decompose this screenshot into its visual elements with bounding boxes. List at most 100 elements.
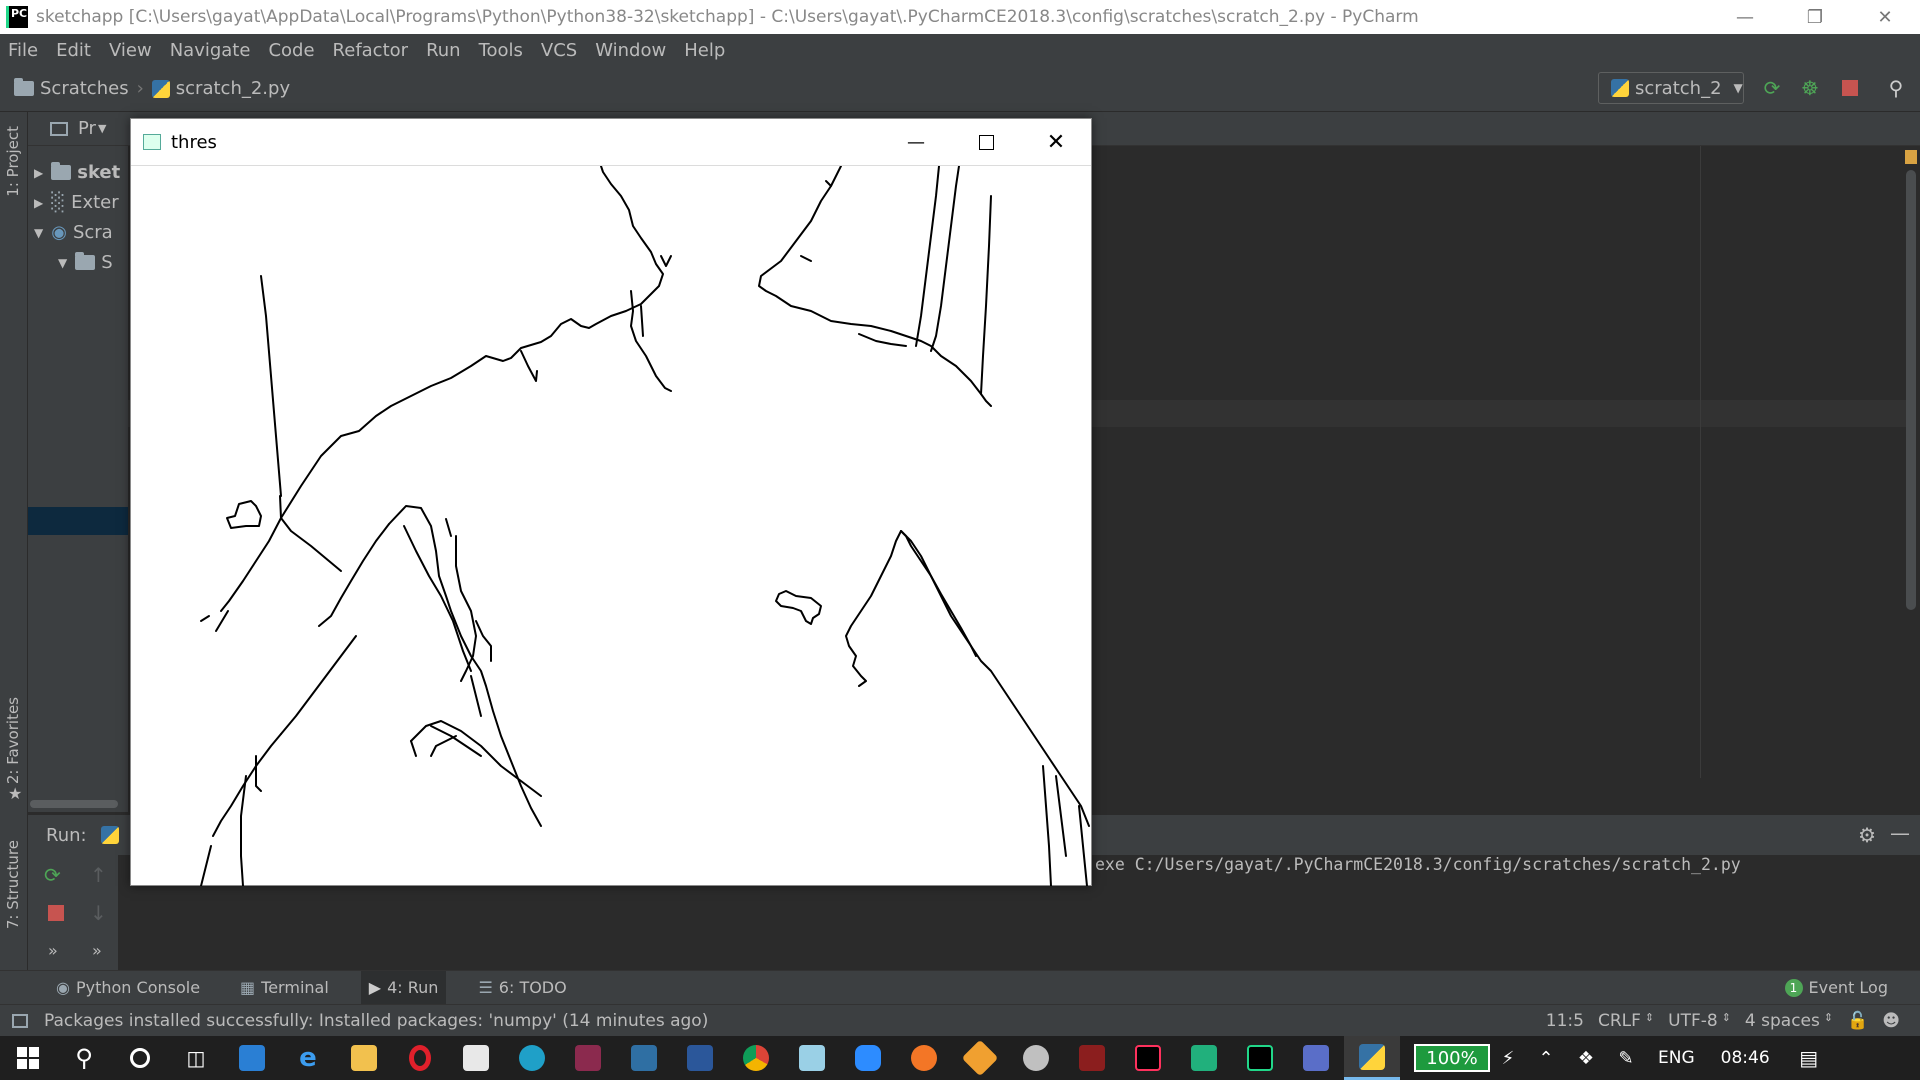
tab-todo[interactable]: ☰ 6: TODO (470, 971, 574, 1005)
stop-icon[interactable] (1842, 80, 1858, 96)
edge-detection-image (200, 165, 1090, 887)
menu-vcs[interactable]: VCS (541, 40, 577, 61)
vertical-scrollbar[interactable] (1906, 170, 1916, 610)
more-icon[interactable]: » (92, 941, 102, 960)
minimize-button[interactable]: — (1710, 0, 1780, 34)
stop-icon[interactable] (48, 905, 64, 921)
winrar-icon[interactable] (560, 1036, 616, 1080)
restore-button[interactable]: ❐ (1780, 0, 1850, 34)
tab-event-log[interactable]: 1 Event Log (1777, 971, 1897, 1005)
arrow-up-icon[interactable]: ↑ (90, 863, 107, 887)
intellij-icon[interactable] (1120, 1036, 1176, 1080)
clock[interactable]: 08:46 (1721, 1048, 1770, 1068)
jupyter-icon[interactable] (896, 1036, 952, 1080)
caret-position[interactable]: 11:5 (1546, 1011, 1584, 1031)
notifications-icon[interactable]: ▤ (1784, 1036, 1834, 1080)
tree-item[interactable]: ▶ sket (34, 162, 120, 183)
rerun-icon[interactable]: ⟳ (1760, 76, 1784, 100)
tab-python-console[interactable]: ◉ Python Console (48, 971, 208, 1005)
menu-run[interactable]: Run (426, 40, 461, 61)
debug-icon[interactable]: ☸ (1798, 76, 1822, 100)
menu-tools[interactable]: Tools (479, 40, 523, 61)
tool-tab-structure[interactable]: 7: Structure (4, 840, 22, 929)
python-run-tab-icon[interactable] (100, 826, 119, 844)
indent-setting[interactable]: 4 spaces (1745, 1011, 1820, 1031)
status-message[interactable]: Packages installed successfully: Install… (44, 1011, 708, 1031)
file-explorer-icon[interactable] (336, 1036, 392, 1080)
pen-icon[interactable]: ✎ (1606, 1036, 1646, 1080)
search-icon[interactable]: ⚲ (56, 1036, 112, 1080)
line-separator[interactable]: CRLF (1598, 1011, 1641, 1031)
battery-indicator[interactable]: 100% (1414, 1044, 1490, 1072)
inspection-warning-icon[interactable] (1905, 150, 1917, 164)
tab-run[interactable]: ▶ 4: Run (360, 970, 447, 1005)
edge-icon[interactable] (504, 1036, 560, 1080)
dropbox-icon[interactable]: ❖ (1566, 1036, 1606, 1080)
chevron-up-icon[interactable]: ⌃ (1526, 1036, 1566, 1080)
breadcrumb-file[interactable]: scratch_2.py (176, 78, 290, 99)
close-button[interactable]: ✕ (1850, 0, 1920, 34)
windows-start-icon[interactable] (0, 1036, 56, 1080)
app-icon[interactable] (952, 1036, 1008, 1080)
arrow-down-icon[interactable]: ↓ (90, 901, 107, 925)
window-title: sketchapp [C:\Users\gayat\AppData\Local\… (36, 7, 1419, 27)
horizontal-scrollbar[interactable] (30, 800, 118, 808)
gear-icon[interactable]: ⚙ (1858, 823, 1876, 847)
thres-titlebar[interactable]: thres — ✕ (131, 119, 1091, 165)
tree-item[interactable]: ▼ S (58, 252, 113, 273)
task-view-icon[interactable]: ◫ (168, 1036, 224, 1080)
pycharm-logo-icon: PC (6, 6, 28, 28)
breadcrumb-scratches[interactable]: Scratches (40, 78, 129, 99)
menu-code[interactable]: Code (268, 40, 314, 61)
app-icon[interactable] (1064, 1036, 1120, 1080)
tool-tab-project[interactable]: 1: Project (4, 126, 22, 197)
menu-view[interactable]: View (109, 40, 152, 61)
project-view-select[interactable]: Pr (78, 118, 96, 139)
inspector-icon[interactable]: ☻ (1882, 1011, 1900, 1031)
pycharm-taskbar-icon[interactable] (1232, 1036, 1288, 1080)
chrome-icon[interactable] (728, 1036, 784, 1080)
edge-line (260, 275, 282, 497)
opera-icon[interactable] (392, 1036, 448, 1080)
mail-app-icon[interactable] (224, 1036, 280, 1080)
search-icon[interactable]: ⚲ (1884, 76, 1908, 100)
more-icon[interactable]: » (48, 941, 58, 960)
toggle-panels-icon[interactable] (12, 1013, 28, 1028)
camera-icon[interactable] (1288, 1036, 1344, 1080)
rerun-icon[interactable]: ⟳ (44, 863, 61, 887)
menu-navigate[interactable]: Navigate (170, 40, 251, 61)
zoom-icon[interactable] (840, 1036, 896, 1080)
maximize-button[interactable] (951, 119, 1021, 165)
language-indicator[interactable]: ENG (1658, 1048, 1695, 1068)
selected-tree-row[interactable] (28, 507, 128, 535)
bottom-tool-tabs: ◉ Python Console ▦ Terminal ▶ 4: Run ☰ 6… (0, 970, 1920, 1005)
app-icon[interactable] (1176, 1036, 1232, 1080)
tool-tab-favorites[interactable]: 2: Favorites (4, 697, 22, 784)
app-icon[interactable] (616, 1036, 672, 1080)
lock-icon[interactable]: 🔓 (1847, 1011, 1868, 1031)
store-icon[interactable] (448, 1036, 504, 1080)
python-taskbar-icon[interactable] (1344, 1036, 1400, 1080)
tree-item[interactable]: ▶ ░ Exter (34, 192, 119, 213)
internet-explorer-icon[interactable]: e (280, 1036, 336, 1080)
minimize-button[interactable]: — (881, 119, 951, 165)
menu-edit[interactable]: Edit (56, 40, 91, 61)
app-icon[interactable] (784, 1036, 840, 1080)
tree-item[interactable]: ▼ ◉ Scra (34, 222, 113, 243)
menu-window[interactable]: Window (595, 40, 666, 61)
menu-file[interactable]: File (8, 40, 38, 61)
close-button[interactable]: ✕ (1021, 119, 1091, 165)
threshold-image-canvas (131, 165, 1091, 887)
word-icon[interactable] (672, 1036, 728, 1080)
file-encoding[interactable]: UTF-8 (1668, 1011, 1718, 1031)
hide-panel-icon[interactable]: — (1890, 821, 1910, 845)
thres-window[interactable]: thres — ✕ (130, 118, 1092, 887)
edge-line (980, 195, 992, 395)
menu-refactor[interactable]: Refactor (333, 40, 409, 61)
folder-icon (51, 162, 72, 180)
cortana-icon[interactable] (112, 1036, 168, 1080)
run-configuration-select[interactable]: scratch_2 ▼ (1598, 72, 1744, 104)
tab-terminal[interactable]: ▦ Terminal (232, 971, 337, 1005)
menu-help[interactable]: Help (684, 40, 725, 61)
paint-icon[interactable] (1008, 1036, 1064, 1080)
